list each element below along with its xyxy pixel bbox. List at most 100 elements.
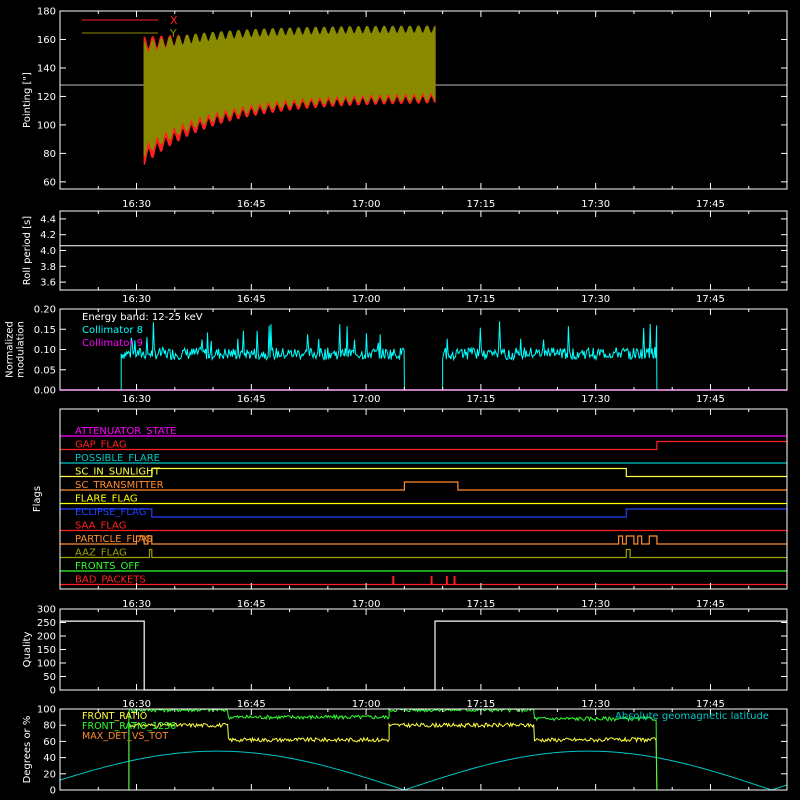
y-axis-label-text: Roll period [s] [22,216,33,285]
flag-label-aaz_flag: AAZ_FLAG [75,548,127,559]
legend-label-latitude: Absolute geomagnetic latitude [615,711,769,722]
y-axis-label: Flags [32,486,43,512]
y-tick-label: 100 [37,705,56,716]
y-tick-label: 120 [37,92,56,103]
flag-line-gap_flag [60,440,788,451]
x-tick-label: 17:15 [466,294,495,305]
x-tick-label: 17:30 [581,599,610,610]
legend-label-X: X [170,14,178,27]
legend-label-collimator: Collimator 9 [82,338,143,349]
x-tick-label: 16:30 [122,699,151,710]
y-axis-label-text: Pointing ["] [22,72,33,128]
ratio-series-1 [128,707,658,791]
x-tick-label: 17:45 [696,699,725,710]
y-tick-label: 4.0 [40,246,56,257]
y-tick-label: 200 [37,632,56,643]
energy-band-annotation: Energy band: 12-25 keV [82,312,203,323]
flag-label-fronts_off: FRONTS_OFF [75,561,140,572]
y-tick-label: 180 [37,7,56,18]
x-tick-label: 17:45 [696,394,725,405]
legend-label-collimator: Collimator 8 [82,325,143,336]
y-tick-label: 300 [37,605,56,616]
y-axis-label: Roll period [s] [22,216,33,285]
x-tick-label: 16:30 [122,394,151,405]
ratio-series-0 [128,721,658,791]
x-tick-label: 17:00 [352,699,381,710]
x-tick-label: 17:00 [352,199,381,210]
y-axis-label: Quality [22,632,33,668]
y-tick-label: 3.6 [40,278,56,289]
flag-line-particle_flag [60,535,787,545]
flag-label-eclipse_flag: ECLIPSE_FLAG [75,507,146,518]
y-tick-label: 20 [43,769,56,780]
y-tick-label: 0.20 [34,305,56,316]
y-axis-label-text: modulation [16,321,27,378]
y-tick-label: 0.00 [34,386,56,397]
y-tick-label: 0.10 [34,345,56,356]
x-tick-label: 17:30 [581,394,610,405]
flag-line-sc_in_sunlight [60,467,787,478]
y-tick-label: 60 [43,737,56,748]
x-tick-label: 17:00 [352,394,381,405]
x-tick-label: 16:45 [237,699,266,710]
y-tick-label: 150 [37,645,56,656]
flag-label-bad_packets: BAD_PACKETS [75,575,146,586]
x-tick-label: 17:45 [696,199,725,210]
quality-series [60,620,787,691]
y-tick-label: 3.8 [40,262,56,273]
x-tick-label: 16:45 [237,599,266,610]
x-tick-label: 16:45 [237,199,266,210]
y-tick-label: 50 [43,672,56,683]
x-tick-label: 16:30 [122,199,151,210]
legend-label-ratio: MAX_DET_VS_TOT [82,731,168,742]
x-tick-label: 17:30 [581,199,610,210]
y-axis-label-text: Flags [32,486,43,512]
figure: 16:30 16:45 17:00 17:15 17:30 17:45 60 80 100 120… [5,7,788,797]
y-tick-label: 4.2 [40,230,56,241]
y-tick-label: 0 [50,686,56,697]
x-tick-label: 17:30 [581,699,610,710]
y-tick-label: 140 [37,63,56,74]
x-tick-label: 17:15 [466,394,495,405]
x-tick-label: 16:45 [237,294,266,305]
geomagnetic-latitude-series [59,750,788,791]
y-axis-label-text: Quality [22,632,33,668]
y-tick-label: 250 [37,618,56,629]
flag-label-sc_transmitter: SC_TRANSMITTER [75,480,164,491]
x-tick-label: 17:00 [352,599,381,610]
y-tick-label: 0.05 [34,365,56,376]
y-tick-label: 160 [37,35,56,46]
x-tick-label: 17:45 [696,599,725,610]
x-tick-label: 16:30 [122,599,151,610]
y-tick-label: 100 [37,120,56,131]
collimator-8-series [120,322,405,391]
y-tick-label: 80 [43,721,56,732]
x-tick-label: 16:30 [122,294,151,305]
flag-line-sc_transmitter [60,481,787,491]
pointing-series-Y [143,25,436,157]
legend-label-Y: Y [169,27,177,40]
x-tick-label: 16:45 [237,394,266,405]
flag-label-particle_flag: PARTICLE_FLAG [75,534,152,545]
flag-label-flare_flag: FLARE_FLAG [75,494,138,505]
flag-label-attenuator_state: ATTENUATOR_STATE [75,426,176,437]
y-axis-label: Pointing ["] [22,72,33,128]
y-axis-label: Degrees or % [22,716,33,784]
y-axis-label: Normalized modulation [5,321,27,378]
flag-label-saa_flag: SAA_FLAG [75,521,126,532]
panel-frame-1 [59,210,788,291]
flag-line-aaz_flag [60,548,787,559]
flag-label-possible_flare: POSSIBLE_FLARE [75,453,160,464]
x-tick-label: 17:45 [696,294,725,305]
flag-line-bad_packets [60,575,787,586]
flag-label-sc_in_sunlight: SC_IN_SUNLIGHT [75,467,161,478]
x-tick-label: 17:15 [466,699,495,710]
y-tick-label: 0.15 [34,325,56,336]
flag-line-eclipse_flag [59,508,788,518]
y-axis-label-text: Degrees or % [22,716,33,784]
y-tick-label: 0 [50,786,56,797]
x-tick-label: 17:15 [466,199,495,210]
y-tick-label: 60 [43,177,56,188]
x-tick-label: 17:00 [352,294,381,305]
y-tick-label: 80 [43,149,56,160]
